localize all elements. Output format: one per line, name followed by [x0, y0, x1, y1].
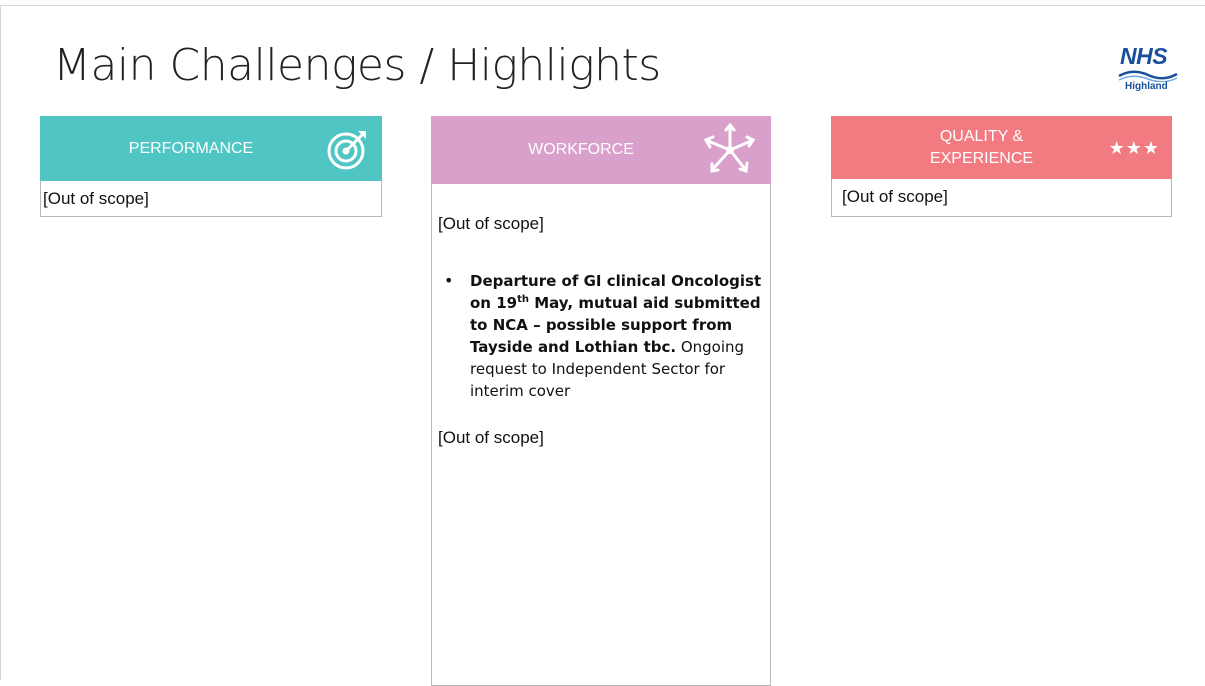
workforce-bottom-text: [Out of scope] — [438, 428, 544, 447]
quality-header-label: QUALITY & EXPERIENCE — [930, 126, 1073, 170]
slide-canvas: Main Challenges / Highlights NHS Highlan… — [0, 5, 1205, 686]
workforce-header: WORKFORCE — [431, 116, 771, 184]
target-icon — [327, 130, 366, 169]
workforce-column: WORKFORCE [Out of scope] • Departure of … — [431, 116, 771, 686]
workforce-bullet-item: • Departure of GI clinical Oncologist on… — [444, 270, 770, 402]
quality-header-line2: EXPERIENCE — [929, 149, 1034, 167]
performance-header-label: PERFORMANCE — [128, 139, 254, 157]
performance-column: PERFORMANCE [Out of scope] — [40, 116, 382, 217]
bullet-icon: • — [444, 271, 454, 290]
quality-header-line1: QUALITY & — [939, 127, 1024, 145]
slide-title: Main Challenges / Highlights — [53, 40, 661, 91]
logo-region: Highland — [1125, 81, 1168, 92]
performance-body: [Out of scope] — [40, 181, 382, 217]
logo-brand: NHS — [1120, 43, 1168, 69]
bullet-superscript: th — [517, 294, 529, 305]
quality-column: QUALITY & EXPERIENCE ★★★ [Out of scope] — [831, 116, 1172, 217]
workforce-bullet-text: Departure of GI clinical Oncologist on 1… — [470, 270, 768, 402]
three-stars-icon: ★★★ — [1108, 137, 1160, 158]
performance-header: PERFORMANCE — [40, 116, 382, 181]
quality-header: QUALITY & EXPERIENCE ★★★ — [831, 116, 1172, 179]
logo-wave-icon — [1118, 70, 1178, 82]
hands-circle-icon — [703, 122, 756, 174]
workforce-top-text: [Out of scope] — [438, 214, 544, 233]
workforce-header-label: WORKFORCE — [528, 141, 634, 158]
nhs-highland-logo: NHS Highland — [1113, 43, 1199, 98]
quality-body: [Out of scope] — [831, 179, 1172, 217]
workforce-body: [Out of scope] • Departure of GI clinica… — [431, 184, 771, 686]
